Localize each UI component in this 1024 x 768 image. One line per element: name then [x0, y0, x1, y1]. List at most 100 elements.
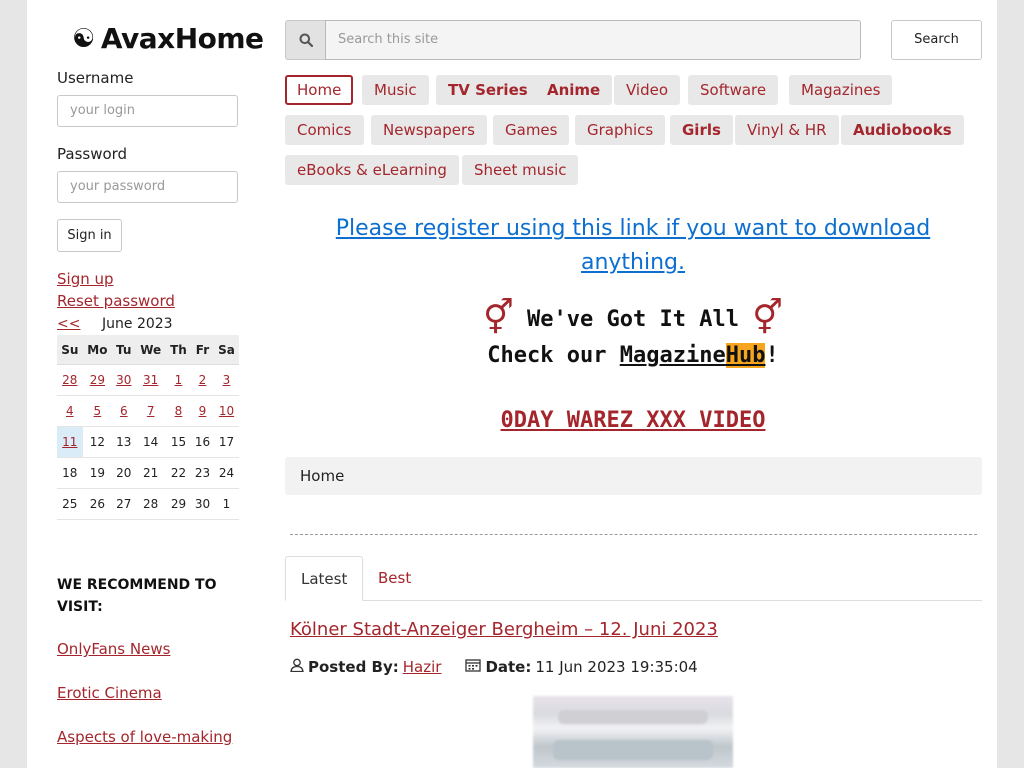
tab-latest[interactable]: Latest — [285, 556, 364, 601]
calendar-day[interactable]: 31 — [135, 364, 166, 396]
nav-item-music[interactable]: Music — [362, 75, 429, 105]
calendar-day-number: 6 — [119, 404, 128, 418]
post-date: 11 Jun 2023 19:35:04 — [535, 658, 698, 676]
calendar-day[interactable]: 4 — [57, 395, 83, 427]
calendar-day-number: 29 — [170, 497, 187, 511]
nav-item-home[interactable]: Home — [285, 75, 354, 105]
calendar-prev-link[interactable]: << — [57, 316, 80, 332]
calendar-day: 13 — [112, 426, 136, 458]
magazinehub-link-text: Magazine — [619, 343, 726, 368]
magazinehub-link-hub: Hub — [725, 343, 766, 368]
nav-item-tv-series[interactable]: TV Series — [436, 75, 540, 105]
calendar-day-number: 10 — [218, 404, 235, 418]
nav-item-software[interactable]: Software — [688, 75, 779, 105]
calendar-day-number: 4 — [65, 404, 74, 418]
calendar-day: 19 — [82, 457, 113, 489]
calendar-day-number: 24 — [218, 466, 235, 480]
nav-item-newspapers[interactable]: Newspapers — [371, 115, 487, 145]
calendar-day-number: 28 — [143, 497, 159, 511]
nav-item-sheet-music[interactable]: Sheet music — [462, 155, 579, 185]
calendar-day: 25 — [57, 488, 83, 520]
username-field[interactable]: your login — [57, 95, 238, 127]
username-label: Username — [57, 69, 134, 87]
recommend-link[interactable]: OnlyFans News — [57, 640, 170, 658]
calendar-day[interactable]: 28 — [57, 364, 83, 396]
nav-item-magazines[interactable]: Magazines — [789, 75, 893, 105]
calendar-day[interactable]: 30 — [112, 364, 136, 396]
nav-item-vinyl-hr[interactable]: Vinyl & HR — [735, 115, 839, 145]
search-icon[interactable] — [285, 20, 325, 60]
calendar-day-number: 19 — [89, 466, 105, 480]
site-logo[interactable]: ☯ AvaxHome — [72, 22, 264, 55]
search-button[interactable]: Search — [891, 20, 982, 60]
calendar-day-number: 22 — [170, 466, 187, 480]
calendar-day-number: 27 — [116, 497, 132, 511]
calendar-day[interactable]: 29 — [82, 364, 113, 396]
calendar-day[interactable]: 6 — [112, 395, 136, 427]
calendar-day: 14 — [135, 426, 166, 458]
calendar-day-number: 15 — [170, 435, 187, 449]
recommend-link[interactable]: Aspects of love-making — [57, 728, 232, 746]
recommend-link[interactable]: Erotic Cinema — [57, 684, 162, 702]
promo-exclaim: ! — [765, 343, 779, 368]
calendar-day-number: 30 — [116, 373, 132, 387]
calendar-day: 23 — [190, 457, 214, 489]
promo-headline: We've Got It All — [527, 307, 739, 332]
calendar-day-number: 2 — [198, 373, 207, 387]
nav-item-games[interactable]: Games — [493, 115, 570, 145]
calendar-day: 16 — [190, 426, 214, 458]
breadcrumb[interactable]: Home — [285, 457, 982, 495]
warez-link[interactable]: 0DAY WAREZ XXX VIDEO — [285, 408, 981, 433]
calendar-day[interactable]: 2 — [190, 364, 214, 396]
calendar-day[interactable]: 5 — [82, 395, 113, 427]
calendar-day[interactable]: 10 — [213, 395, 239, 427]
password-field[interactable]: your password — [57, 171, 238, 203]
calendar-day[interactable]: 7 — [135, 395, 166, 427]
calendar-day-number: 16 — [194, 435, 211, 449]
magazinehub-promo: ⚥ We've Got It All ⚥ Check our MagazineH… — [285, 300, 981, 374]
nav-item-audiobooks[interactable]: Audiobooks — [841, 115, 964, 145]
reset-password-link[interactable]: Reset password — [57, 292, 175, 310]
calendar-day-number: 1 — [174, 373, 183, 387]
calendar-day[interactable]: 9 — [190, 395, 214, 427]
nav-item-ebooks-elearning[interactable]: eBooks & eLearning — [285, 155, 459, 185]
calendar-day: 28 — [135, 488, 166, 520]
nav-item-video[interactable]: Video — [614, 75, 681, 105]
calendar-day: 18 — [57, 457, 83, 489]
search-input[interactable]: Search this site — [325, 20, 861, 60]
nav-item-comics[interactable]: Comics — [285, 115, 364, 145]
site-name: AvaxHome — [100, 22, 264, 55]
calendar-day-number: 13 — [116, 435, 132, 449]
calendar-day[interactable]: 8 — [165, 395, 191, 427]
tab-best[interactable]: Best — [363, 556, 426, 600]
calendar-day: 20 — [112, 457, 136, 489]
password-label: Password — [57, 145, 128, 163]
calendar-day: 26 — [82, 488, 113, 520]
calendar-day-number: 5 — [93, 404, 102, 418]
thumbnail-shape — [558, 710, 708, 724]
calendar-day-number: 26 — [89, 497, 105, 511]
sign-up-link[interactable]: Sign up — [57, 270, 114, 288]
sign-in-button[interactable]: Sign in — [57, 219, 122, 252]
thumbnail-shape — [553, 740, 713, 760]
calendar-day-number: 23 — [194, 466, 211, 480]
post-meta: Posted By: Hazir Date: 11 Jun 2023 19:35… — [290, 658, 698, 676]
register-link[interactable]: Please register using this link if you w… — [300, 212, 966, 280]
calendar-day-today[interactable]: 11 — [57, 426, 83, 458]
magazinehub-link[interactable]: MagazineHub — [620, 343, 766, 368]
divider — [290, 534, 977, 535]
calendar-weekday: Tu — [112, 335, 136, 365]
post-title-link[interactable]: Kölner Stadt-Anzeiger Bergheim – 12. Jun… — [290, 619, 718, 640]
calendar-day-number: 29 — [89, 373, 105, 387]
nav-item-girls[interactable]: Girls — [670, 115, 733, 145]
calendar-weekday: We — [135, 335, 166, 365]
post-thumbnail[interactable] — [533, 696, 733, 768]
nav-item-anime[interactable]: Anime — [535, 75, 613, 105]
author-link[interactable]: Hazir — [403, 658, 442, 676]
calendar-day-number: 7 — [146, 404, 155, 418]
calendar-month: June 2023 — [102, 316, 173, 332]
calendar-day-number: 20 — [116, 466, 132, 480]
calendar-day[interactable]: 1 — [165, 364, 191, 396]
calendar-day[interactable]: 3 — [213, 364, 239, 396]
nav-item-graphics[interactable]: Graphics — [575, 115, 666, 145]
